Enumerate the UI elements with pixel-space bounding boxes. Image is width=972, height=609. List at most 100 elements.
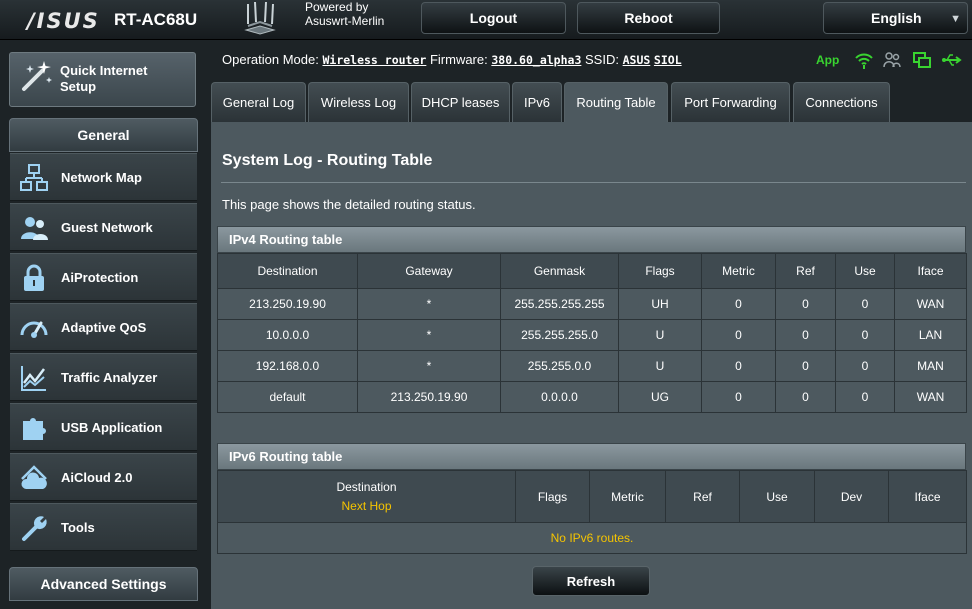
table-cell: 0 bbox=[835, 381, 895, 413]
status-line: Operation Mode: Wireless router Firmware… bbox=[222, 52, 682, 67]
table-row: 10.0.0.0 * 255.255.255.0 U 0 0 0 LAN bbox=[217, 319, 967, 351]
table-row: 213.250.19.90 * 255.255.255.255 UH 0 0 0… bbox=[217, 288, 967, 320]
sidebar-item-aicloud[interactable]: AiCloud 2.0 bbox=[10, 453, 197, 501]
column-header: Flags bbox=[515, 470, 590, 523]
sidebar-item-label: USB Application bbox=[61, 420, 163, 435]
tab-general-log[interactable]: General Log bbox=[211, 82, 306, 122]
table-cell: 0 bbox=[701, 381, 776, 413]
asus-logo: /ISUS bbox=[27, 9, 100, 33]
sidebar-item-traffic-analyzer[interactable]: Traffic Analyzer bbox=[10, 353, 197, 401]
table-cell: 213.250.19.90 bbox=[357, 381, 501, 413]
table-cell: 0 bbox=[701, 350, 776, 382]
column-header: Gateway bbox=[357, 253, 501, 289]
app-link[interactable]: App bbox=[816, 53, 839, 67]
table-cell: U bbox=[618, 350, 702, 382]
sidebar-item-label: Network Map bbox=[61, 170, 142, 185]
table-cell: MAN bbox=[894, 350, 967, 382]
magic-wand-icon bbox=[22, 61, 52, 91]
table-cell: WAN bbox=[894, 381, 967, 413]
table-cell: 192.168.0.0 bbox=[217, 350, 358, 382]
sidebar-item-label: Traffic Analyzer bbox=[61, 370, 158, 385]
table-header-row: Destination Gateway Genmask Flags Metric… bbox=[217, 253, 967, 289]
ipv4-table-caption: IPv4 Routing table bbox=[217, 226, 966, 253]
firmware-link[interactable]: 380.60_alpha3 bbox=[491, 53, 581, 67]
table-row: default 213.250.19.90 0.0.0.0 UG 0 0 0 W… bbox=[217, 381, 967, 413]
content-panel: System Log - Routing Table This page sho… bbox=[211, 122, 972, 609]
table-cell: 0 bbox=[835, 319, 895, 351]
sidebar: Quick Internet Setup General Network Map… bbox=[0, 40, 210, 609]
column-header: Flags bbox=[618, 253, 702, 289]
column-header-next-hop: Next Hop bbox=[341, 499, 392, 513]
table-cell: 0 bbox=[775, 381, 836, 413]
table-cell: default bbox=[217, 381, 358, 413]
language-select[interactable]: English ▼ bbox=[823, 2, 968, 34]
column-header: Ref bbox=[775, 253, 836, 289]
router-icon bbox=[244, 1, 276, 35]
table-cell: 0 bbox=[701, 319, 776, 351]
table-cell: 255.255.0.0 bbox=[500, 350, 619, 382]
table-cell: UG bbox=[618, 381, 702, 413]
refresh-button[interactable]: Refresh bbox=[532, 566, 650, 596]
table-cell: 255.255.255.255 bbox=[500, 288, 619, 320]
top-bar: /ISUS RT-AC68U Powered by Asuswrt-Merlin… bbox=[0, 0, 972, 40]
operation-mode-link[interactable]: Wireless router bbox=[322, 53, 426, 67]
cloud-home-icon bbox=[21, 465, 47, 489]
guest-network-icon bbox=[21, 217, 48, 240]
column-header: Iface bbox=[894, 253, 967, 289]
tab-routing-table[interactable]: Routing Table bbox=[564, 82, 668, 122]
network-status-icon[interactable] bbox=[912, 50, 932, 70]
sidebar-item-aiprotection[interactable]: AiProtection bbox=[10, 253, 197, 301]
table-row: No IPv6 routes. bbox=[217, 522, 967, 554]
sidebar-item-usb-application[interactable]: USB Application bbox=[10, 403, 197, 451]
table-cell: 0 bbox=[775, 319, 836, 351]
column-header: Ref bbox=[665, 470, 740, 523]
sidebar-item-guest-network[interactable]: Guest Network bbox=[10, 203, 197, 251]
table-cell: WAN bbox=[894, 288, 967, 320]
title-divider bbox=[221, 182, 966, 183]
table-cell: 0.0.0.0 bbox=[500, 381, 619, 413]
tab-wireless-log[interactable]: Wireless Log bbox=[308, 82, 409, 122]
reboot-button[interactable]: Reboot bbox=[577, 2, 720, 34]
wifi-icon[interactable] bbox=[854, 50, 874, 70]
advanced-settings-heading: Advanced Settings bbox=[9, 567, 198, 601]
ipv4-routing-table: Destination Gateway Genmask Flags Metric… bbox=[217, 253, 967, 413]
table-cell: * bbox=[357, 350, 501, 382]
column-header: Use bbox=[835, 253, 895, 289]
table-cell: 213.250.19.90 bbox=[217, 288, 358, 320]
page-description: This page shows the detailed routing sta… bbox=[222, 197, 476, 212]
sidebar-item-label: Tools bbox=[61, 520, 95, 535]
table-cell: 0 bbox=[835, 288, 895, 320]
usb-icon[interactable] bbox=[942, 50, 962, 70]
table-cell: U bbox=[618, 319, 702, 351]
tab-port-forwarding[interactable]: Port Forwarding bbox=[671, 82, 790, 122]
column-header: Metric bbox=[701, 253, 776, 289]
clients-icon[interactable] bbox=[882, 50, 902, 70]
ssid-link-1[interactable]: ASUS bbox=[623, 53, 651, 67]
sidebar-item-label: AiCloud 2.0 bbox=[61, 470, 133, 485]
logout-button[interactable]: Logout bbox=[421, 2, 566, 34]
traffic-chart-icon bbox=[21, 366, 46, 391]
tab-connections[interactable]: Connections bbox=[793, 82, 890, 122]
table-cell: 0 bbox=[775, 288, 836, 320]
column-header: Use bbox=[739, 470, 815, 523]
table-cell: LAN bbox=[894, 319, 967, 351]
sidebar-item-network-map[interactable]: Network Map bbox=[10, 153, 197, 201]
column-header: Genmask bbox=[500, 253, 619, 289]
empty-message: No IPv6 routes. bbox=[217, 522, 967, 554]
quick-setup-label: Quick Internet Setup bbox=[60, 63, 148, 94]
network-map-icon bbox=[20, 164, 48, 191]
column-header: Iface bbox=[888, 470, 967, 523]
quick-internet-setup-button[interactable]: Quick Internet Setup bbox=[9, 52, 196, 107]
table-cell: * bbox=[357, 319, 501, 351]
chevron-down-icon: ▼ bbox=[950, 13, 961, 25]
column-header: Metric bbox=[589, 470, 666, 523]
ipv6-table-caption: IPv6 Routing table bbox=[217, 443, 966, 470]
sidebar-item-adaptive-qos[interactable]: Adaptive QoS bbox=[10, 303, 197, 351]
tab-ipv6[interactable]: IPv6 bbox=[512, 82, 562, 122]
column-header-destination: Destination Next Hop bbox=[217, 470, 516, 523]
language-value: English bbox=[871, 10, 922, 26]
sidebar-item-tools[interactable]: Tools bbox=[10, 503, 197, 551]
puzzle-icon bbox=[23, 418, 46, 440]
tab-dhcp-leases[interactable]: DHCP leases bbox=[411, 82, 510, 122]
ssid-link-2[interactable]: SIOL bbox=[654, 53, 682, 67]
